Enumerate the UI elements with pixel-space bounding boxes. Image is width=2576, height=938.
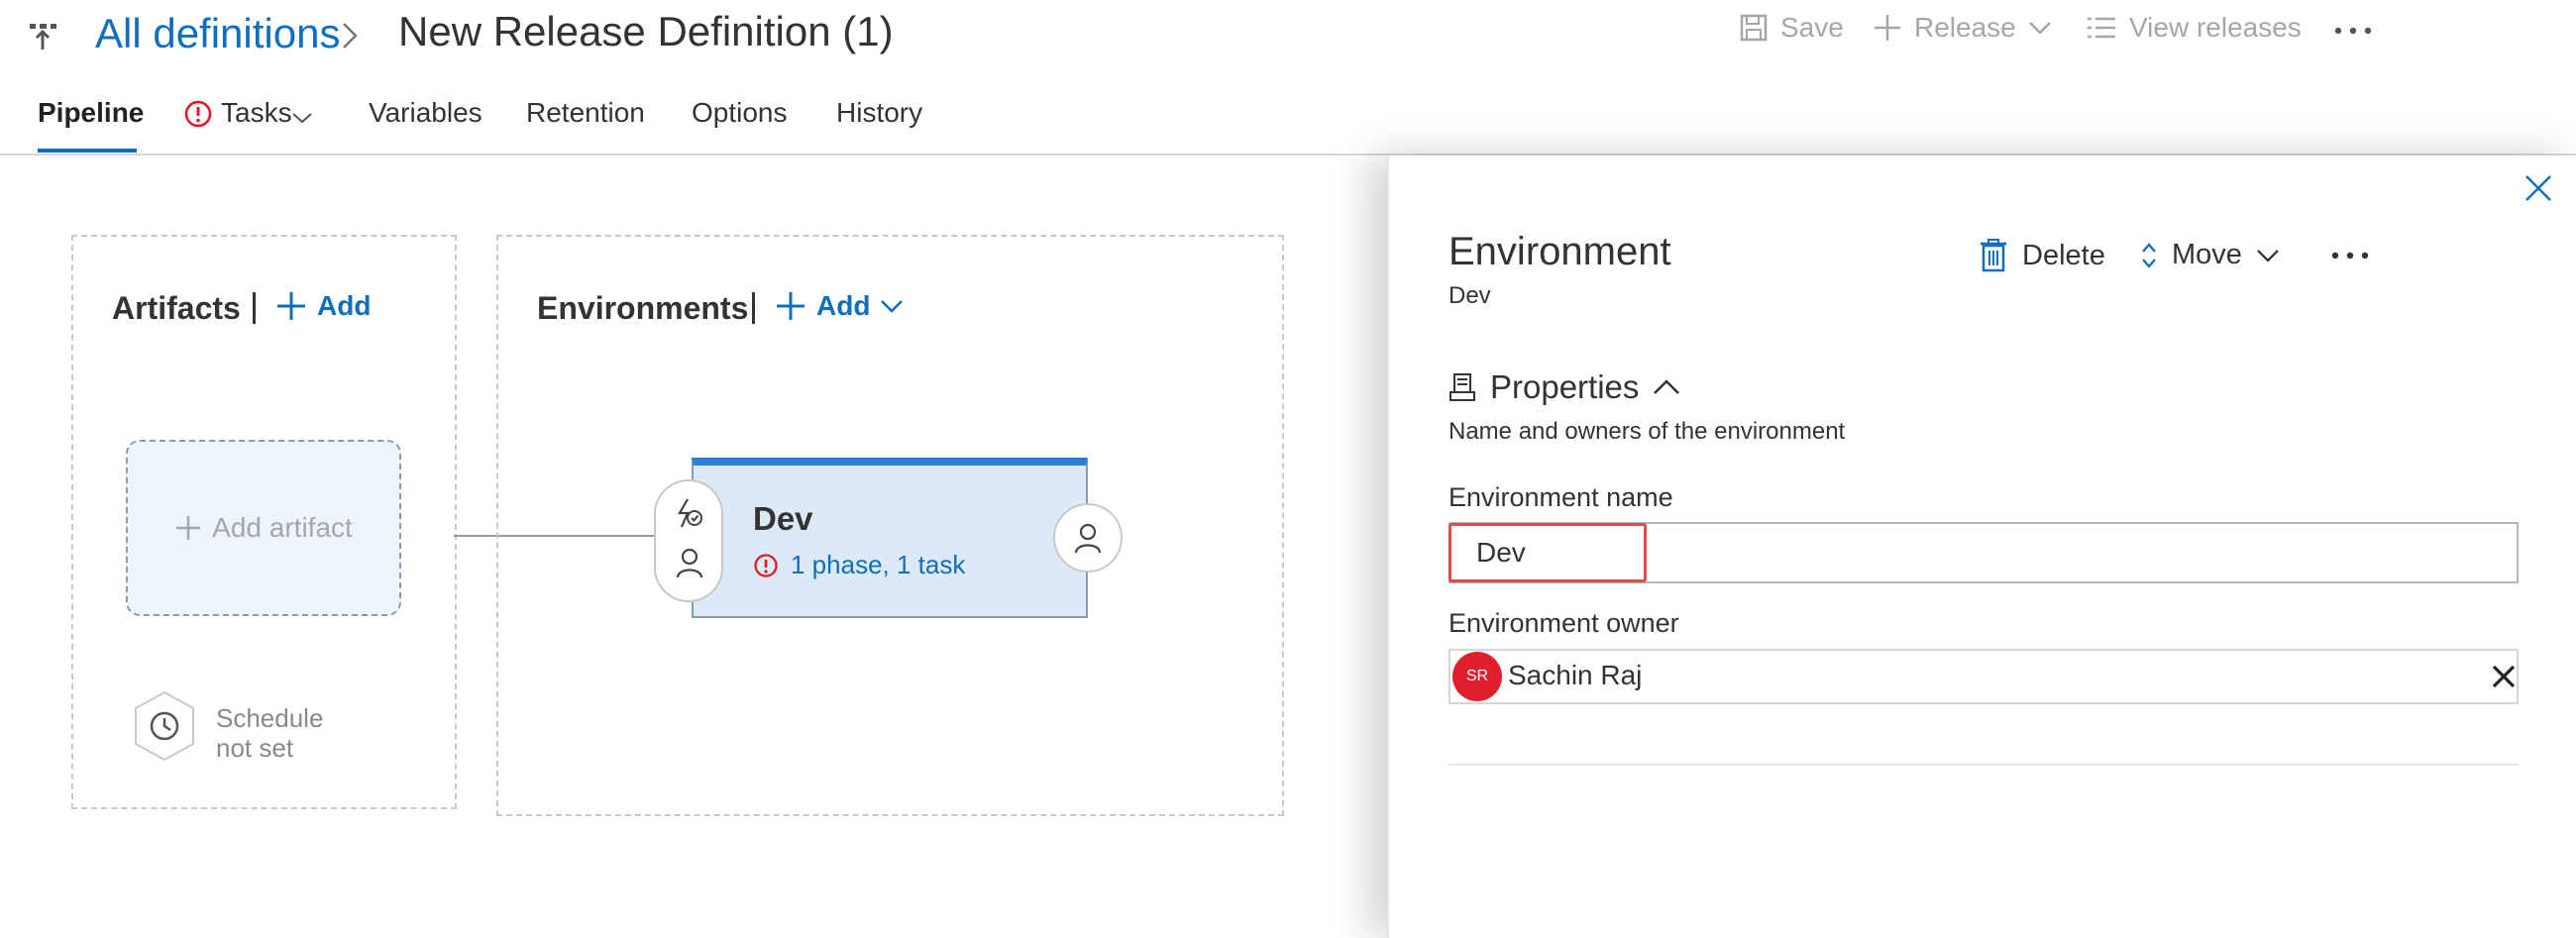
close-icon[interactable] <box>2523 173 2553 203</box>
post-deployment-approver[interactable] <box>1053 503 1123 573</box>
tab-retention[interactable]: Retention <box>526 97 645 129</box>
environment-name-label: Environment name <box>1449 482 1673 512</box>
definition-title[interactable]: New Release Definition (1) <box>398 8 894 55</box>
view-releases-label: View releases <box>2129 12 2302 43</box>
schedule-status[interactable]: Schedule not set <box>216 703 323 763</box>
trigger-lightning-icon[interactable] <box>674 497 705 529</box>
chevron-down-icon <box>2028 20 2052 36</box>
release-button[interactable]: Release <box>1873 12 2052 44</box>
error-icon <box>183 99 213 129</box>
environment-details-panel: Environment Dev Delete Move Properties N… <box>1387 156 2576 938</box>
add-artifact-link[interactable]: Add <box>275 290 371 322</box>
title-divider <box>752 292 755 324</box>
sort-arrows-icon <box>2140 241 2158 270</box>
more-options-icon[interactable] <box>2330 251 2370 261</box>
release-label: Release <box>1914 12 2016 43</box>
save-icon <box>1739 13 1769 43</box>
chevron-down-icon <box>2256 248 2280 263</box>
highlight-annotation <box>1449 523 1647 582</box>
avatar: SR <box>1452 652 1502 701</box>
plus-icon <box>174 514 202 542</box>
error-icon <box>753 553 779 578</box>
properties-section-toggle[interactable]: Properties <box>1449 368 1680 406</box>
person-icon <box>1074 522 1102 554</box>
chevron-up-icon <box>1653 378 1680 396</box>
properties-title: Properties <box>1490 368 1640 405</box>
chevron-right-icon <box>340 18 362 53</box>
plus-icon <box>1873 13 1902 43</box>
add-artifact-card[interactable]: Add artifact <box>126 440 401 616</box>
panel-title: Environment <box>1449 230 1671 273</box>
trash-icon <box>1979 239 2008 272</box>
schedule-line-2: not set <box>216 733 294 763</box>
add-artifact-label: Add artifact <box>212 512 353 543</box>
add-label: Add <box>816 290 871 321</box>
active-tab-indicator <box>38 149 137 153</box>
delete-label: Delete <box>2022 239 2105 271</box>
list-icon <box>2086 15 2117 41</box>
breadcrumb-all-definitions[interactable]: All definitions <box>95 10 340 57</box>
tab-tasks[interactable]: Tasks <box>221 97 292 129</box>
environment-card-dev[interactable] <box>692 458 1088 618</box>
more-options-icon[interactable] <box>2333 26 2373 36</box>
title-divider <box>253 292 256 324</box>
tab-options[interactable]: Options <box>692 97 788 129</box>
add-label: Add <box>317 290 372 321</box>
clear-owner-icon[interactable] <box>2492 665 2516 688</box>
pre-approver-person-icon[interactable] <box>676 547 703 578</box>
phase-task-summary: 1 phase, 1 task <box>791 550 966 579</box>
panel-subtitle: Dev <box>1449 282 1491 309</box>
owner-name: Sachin Raj <box>1508 660 1643 690</box>
save-label: Save <box>1780 12 1844 43</box>
artifacts-title: Artifacts <box>112 290 241 326</box>
move-button[interactable]: Move <box>2140 239 2280 271</box>
view-releases-button[interactable]: View releases <box>2086 12 2302 44</box>
chevron-down-icon[interactable] <box>291 111 313 125</box>
environment-name[interactable]: Dev <box>753 500 813 538</box>
release-pipeline-icon <box>28 20 61 53</box>
properties-description: Name and owners of the environment <box>1449 418 1846 445</box>
tab-pipeline[interactable]: Pipeline <box>38 97 144 129</box>
plus-icon <box>275 290 307 322</box>
environments-title: Environments <box>537 290 749 326</box>
move-label: Move <box>2172 239 2242 270</box>
schedule-line-1: Schedule <box>216 703 324 733</box>
add-environment-link[interactable]: Add <box>775 290 904 322</box>
delete-button[interactable]: Delete <box>1979 239 2105 272</box>
properties-icon <box>1449 372 1476 402</box>
schedule-icon[interactable] <box>132 689 197 763</box>
environment-owner-label: Environment owner <box>1449 608 1679 638</box>
environment-status[interactable]: 1 phase, 1 task <box>753 550 965 580</box>
tab-variables[interactable]: Variables <box>369 97 483 129</box>
plus-icon <box>775 290 806 322</box>
chevron-down-icon <box>880 298 904 314</box>
section-divider <box>1449 764 2519 766</box>
save-button[interactable]: Save <box>1739 12 1844 44</box>
tab-history[interactable]: History <box>836 97 922 129</box>
